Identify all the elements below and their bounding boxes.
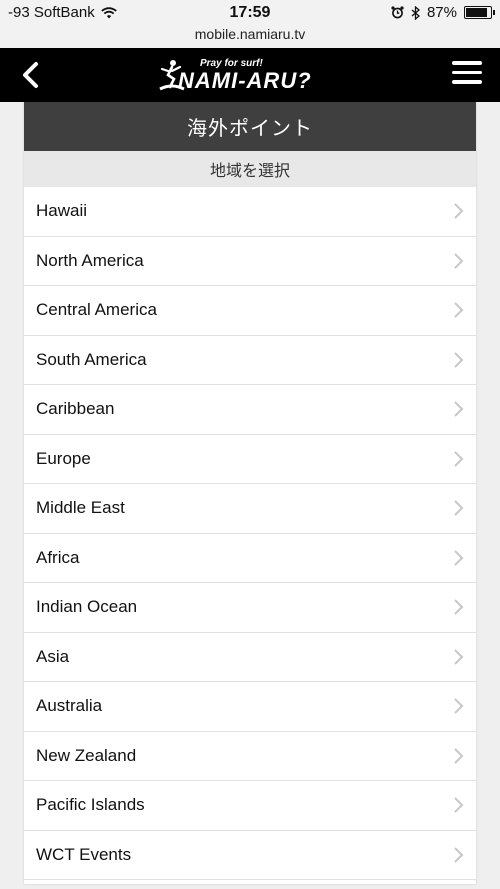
region-label: Indian Ocean bbox=[36, 597, 138, 617]
region-list-item[interactable]: Asia bbox=[24, 633, 476, 682]
battery-level bbox=[466, 8, 487, 17]
battery-icon bbox=[464, 6, 495, 19]
region-list: Hawaii North America Central America South … bbox=[24, 187, 476, 880]
alarm-icon bbox=[391, 6, 404, 19]
region-label: Central America bbox=[36, 300, 157, 320]
region-list-item[interactable]: Africa bbox=[24, 534, 476, 583]
region-list-item[interactable]: Australia bbox=[24, 682, 476, 732]
url-text: mobile.namiaru.tv bbox=[194, 26, 306, 42]
chevron-right-icon bbox=[454, 698, 464, 714]
chevron-right-icon bbox=[454, 302, 464, 318]
region-list-item[interactable]: Central America bbox=[24, 286, 476, 336]
region-label: Australia bbox=[36, 696, 103, 716]
chevron-right-icon bbox=[454, 599, 464, 615]
region-list-item[interactable]: Pacific Islands bbox=[24, 781, 476, 831]
region-label: Asia bbox=[36, 646, 70, 666]
chevron-right-icon bbox=[454, 352, 464, 368]
battery-percent: 87% bbox=[426, 4, 457, 21]
chevron-right-icon bbox=[454, 203, 464, 219]
menu-line-icon bbox=[452, 61, 482, 65]
region-list-item[interactable]: South America bbox=[24, 336, 476, 385]
region-label: Caribbean bbox=[36, 399, 115, 419]
region-label: WCT Events bbox=[36, 844, 132, 864]
region-list-item[interactable]: Middle East bbox=[24, 484, 476, 534]
chevron-right-icon bbox=[454, 748, 464, 764]
region-list-item[interactable]: New Zealand bbox=[24, 732, 476, 781]
hamburger-menu-button[interactable] bbox=[452, 61, 482, 87]
region-list-item[interactable]: Europe bbox=[24, 435, 476, 484]
site-logo[interactable]: Pray for surf! NAMI-ARU? bbox=[158, 56, 342, 96]
chevron-right-icon bbox=[454, 401, 464, 417]
chevron-right-icon bbox=[454, 550, 464, 566]
page-title: 海外ポイント bbox=[24, 102, 476, 151]
region-label: South America bbox=[36, 349, 147, 369]
region-list-item[interactable]: North America bbox=[24, 237, 476, 286]
chevron-right-icon bbox=[454, 797, 464, 813]
region-panel: 海外ポイント 地域を選択 Hawaii North America Central … bbox=[24, 102, 476, 884]
top-navbar: Pray for surf! NAMI-ARU? bbox=[0, 48, 500, 102]
chevron-right-icon bbox=[454, 847, 464, 863]
region-label: Europe bbox=[36, 448, 91, 468]
back-button[interactable] bbox=[16, 58, 48, 92]
region-label: Middle East bbox=[36, 498, 125, 518]
region-list-item[interactable]: Indian Ocean bbox=[24, 583, 476, 633]
section-subtitle: 地域を選択 bbox=[24, 151, 476, 187]
status-bar: -93 SoftBank 17:59 87% bbox=[0, 0, 500, 26]
chevron-right-icon bbox=[454, 253, 464, 269]
menu-line-icon bbox=[452, 70, 482, 74]
chevron-right-icon bbox=[454, 451, 464, 467]
region-label: Pacific Islands bbox=[36, 795, 145, 815]
region-label: New Zealand bbox=[36, 745, 137, 765]
chevron-right-icon bbox=[454, 649, 464, 665]
region-label: Hawaii bbox=[36, 201, 88, 221]
bluetooth-icon bbox=[411, 5, 420, 20]
region-label: North America bbox=[36, 250, 144, 270]
region-list-item[interactable]: Caribbean bbox=[24, 385, 476, 435]
region-list-item[interactable]: WCT Events bbox=[24, 831, 476, 880]
menu-line-icon bbox=[452, 80, 482, 84]
region-list-item[interactable]: Hawaii bbox=[24, 187, 476, 237]
region-label: Africa bbox=[36, 547, 80, 567]
chevron-left-icon bbox=[23, 62, 38, 88]
chevron-right-icon bbox=[454, 500, 464, 516]
status-right: 87% bbox=[391, 4, 495, 21]
logo-text: NAMI-ARU? bbox=[178, 68, 312, 93]
url-bar[interactable]: mobile.namiaru.tv bbox=[0, 26, 500, 48]
